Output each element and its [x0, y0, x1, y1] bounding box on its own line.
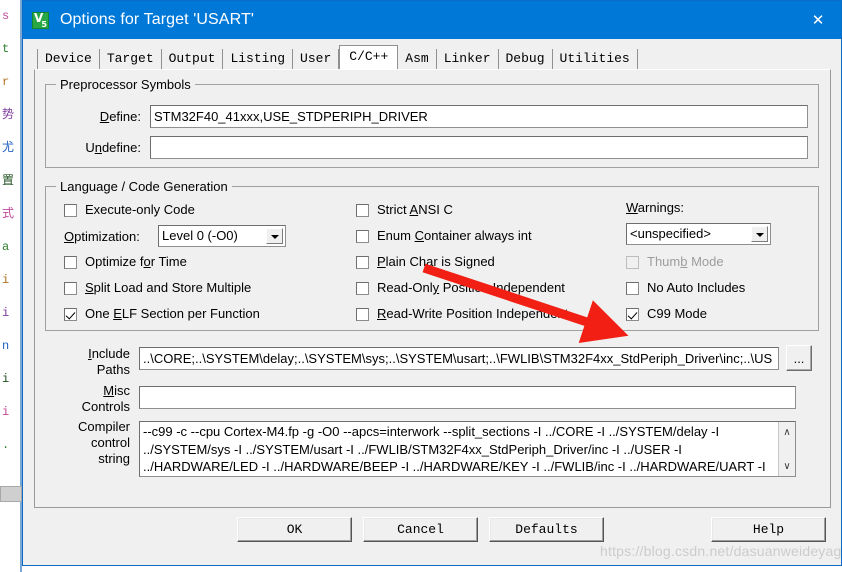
warnings-value: <unspecified> [630, 226, 711, 241]
label-thumb-mode: Thumb Mode [647, 254, 724, 269]
tab-content-panel: Preprocessor Symbols Define: STM32F40_41… [34, 69, 831, 508]
preprocessor-group-legend: Preprocessor Symbols [56, 77, 195, 92]
label-c99-mode: C99 Mode [647, 306, 707, 321]
checkbox-enum-container-always-int[interactable] [356, 230, 369, 243]
define-label: Define: [99, 109, 141, 124]
checkbox-split-load-store-multiple[interactable] [64, 282, 77, 295]
preprocessor-symbols-group: Preprocessor Symbols Define: STM32F40_41… [45, 77, 819, 168]
background-editor-line: 式 [2, 207, 15, 221]
tab-utilities[interactable]: Utilities [552, 49, 638, 69]
label-enum-container-always-int: Enum Container always int [377, 228, 532, 243]
include-paths-input[interactable]: ..\CORE;..\SYSTEM\delay;..\SYSTEM\sys;..… [139, 347, 779, 370]
warnings-select[interactable]: <unspecified> [626, 223, 771, 245]
tab-c-c[interactable]: C/C++ [339, 45, 399, 69]
label-plain-char-is-signed: Plain Char is Signed [377, 254, 495, 269]
chevron-down-icon[interactable] [266, 228, 283, 244]
scroll-down-icon[interactable]: ∨ [779, 458, 795, 474]
checkbox-no-auto-includes[interactable] [626, 282, 639, 295]
cancel-button[interactable]: Cancel [363, 517, 478, 542]
background-editor-line: . [2, 438, 10, 452]
optimization-select[interactable]: Level 0 (-O0) [158, 225, 286, 247]
checkbox-execute-only-code[interactable] [64, 204, 77, 217]
optimization-label: Optimization: [64, 229, 140, 244]
checkbox-one-elf-section-per-function[interactable] [64, 308, 77, 321]
compiler-control-string-text: --c99 -c --cpu Cortex-M4.fp -g -O0 --apc… [143, 424, 766, 474]
ok-button[interactable]: OK [237, 517, 352, 542]
tab-linker[interactable]: Linker [436, 49, 499, 69]
language-group-legend: Language / Code Generation [56, 179, 232, 194]
background-editor-line: 尤 [2, 141, 15, 155]
background-editor-line: i [2, 306, 10, 320]
language-code-generation-group: Language / Code Generation Execute-only … [45, 179, 819, 331]
background-editor-line: 势 [2, 108, 15, 122]
misc-controls-input[interactable] [139, 386, 796, 409]
warnings-label: Warnings: [626, 200, 685, 215]
checkbox-read-write-position-independent[interactable] [356, 308, 369, 321]
background-editor-line: 置 [2, 174, 15, 188]
scroll-up-icon[interactable]: ∧ [779, 424, 795, 440]
tab-target[interactable]: Target [99, 49, 162, 69]
defaults-button[interactable]: Defaults [489, 517, 604, 542]
help-button[interactable]: Help [711, 517, 826, 542]
dialog-title: Options for Target 'USART' [60, 11, 254, 28]
dialog-titlebar: Options for Target 'USART' ✕ [23, 1, 841, 39]
tab-listing[interactable]: Listing [223, 49, 294, 69]
compiler-control-string-label: Compiler control string [77, 419, 130, 466]
misc-controls-label: Misc Controls [81, 383, 130, 414]
background-editor-line: i [2, 273, 10, 287]
tab-debug[interactable]: Debug [498, 49, 553, 69]
options-dialog: Options for Target 'USART' ✕ DeviceTarge… [22, 0, 842, 566]
tab-output[interactable]: Output [161, 49, 224, 69]
include-paths-browse-button[interactable]: ... [786, 345, 812, 371]
checkbox-optimize-for-time[interactable] [64, 256, 77, 269]
tab-device[interactable]: Device [37, 49, 100, 69]
background-editor-line: i [2, 372, 10, 386]
background-editor-line: s [2, 9, 10, 23]
checkbox-thumb-mode [626, 256, 639, 269]
checkbox-read-only-position-independent[interactable] [356, 282, 369, 295]
tab-asm[interactable]: Asm [398, 49, 437, 69]
keil-uvision-icon [32, 11, 49, 29]
background-editor-line: a [2, 240, 10, 254]
define-input[interactable]: STM32F40_41xxx,USE_STDPERIPH_DRIVER [150, 105, 808, 128]
label-strict-ansi-c: Strict ANSI C [377, 202, 453, 217]
label-optimize-for-time: Optimize for Time [85, 254, 187, 269]
background-editor-line: n [2, 339, 10, 353]
label-no-auto-includes: No Auto Includes [647, 280, 746, 295]
include-paths-label: Include Paths [88, 346, 130, 377]
compiler-string-scrollbar[interactable]: ∧ ∨ [778, 422, 795, 476]
background-scrollbar-thumb[interactable] [0, 486, 22, 502]
compiler-control-string-box[interactable]: --c99 -c --cpu Cortex-M4.fp -g -O0 --apc… [139, 421, 796, 477]
background-editor-line: r [2, 75, 10, 89]
tab-user[interactable]: User [293, 49, 340, 69]
label-one-elf-section-per-function: One ELF Section per Function [85, 306, 260, 321]
checkbox-strict-ansi-c[interactable] [356, 204, 369, 217]
label-execute-only-code: Execute-only Code [85, 202, 195, 217]
checkbox-c99-mode[interactable] [626, 308, 639, 321]
background-editor-line: i [2, 405, 10, 419]
optimization-value: Level 0 (-O0) [162, 228, 238, 243]
close-icon[interactable]: ✕ [795, 1, 841, 39]
label-split-load-store-multiple: Split Load and Store Multiple [85, 280, 252, 295]
watermark-text: https://blog.csdn.net/dasuanweideyagao [600, 543, 842, 559]
undefine-label: Undefine: [85, 140, 141, 155]
label-read-only-position-independent: Read-Only Position Independent [377, 280, 565, 295]
background-editor-line: t [2, 42, 10, 56]
label-read-write-position-independent: Read-Write Position Independent [377, 306, 569, 321]
checkbox-plain-char-is-signed[interactable] [356, 256, 369, 269]
chevron-down-icon-warnings[interactable] [751, 226, 768, 242]
undefine-input[interactable] [150, 136, 808, 159]
tab-bar: Device Target Output Listing User C/C++ Asm Lin… [23, 45, 841, 69]
